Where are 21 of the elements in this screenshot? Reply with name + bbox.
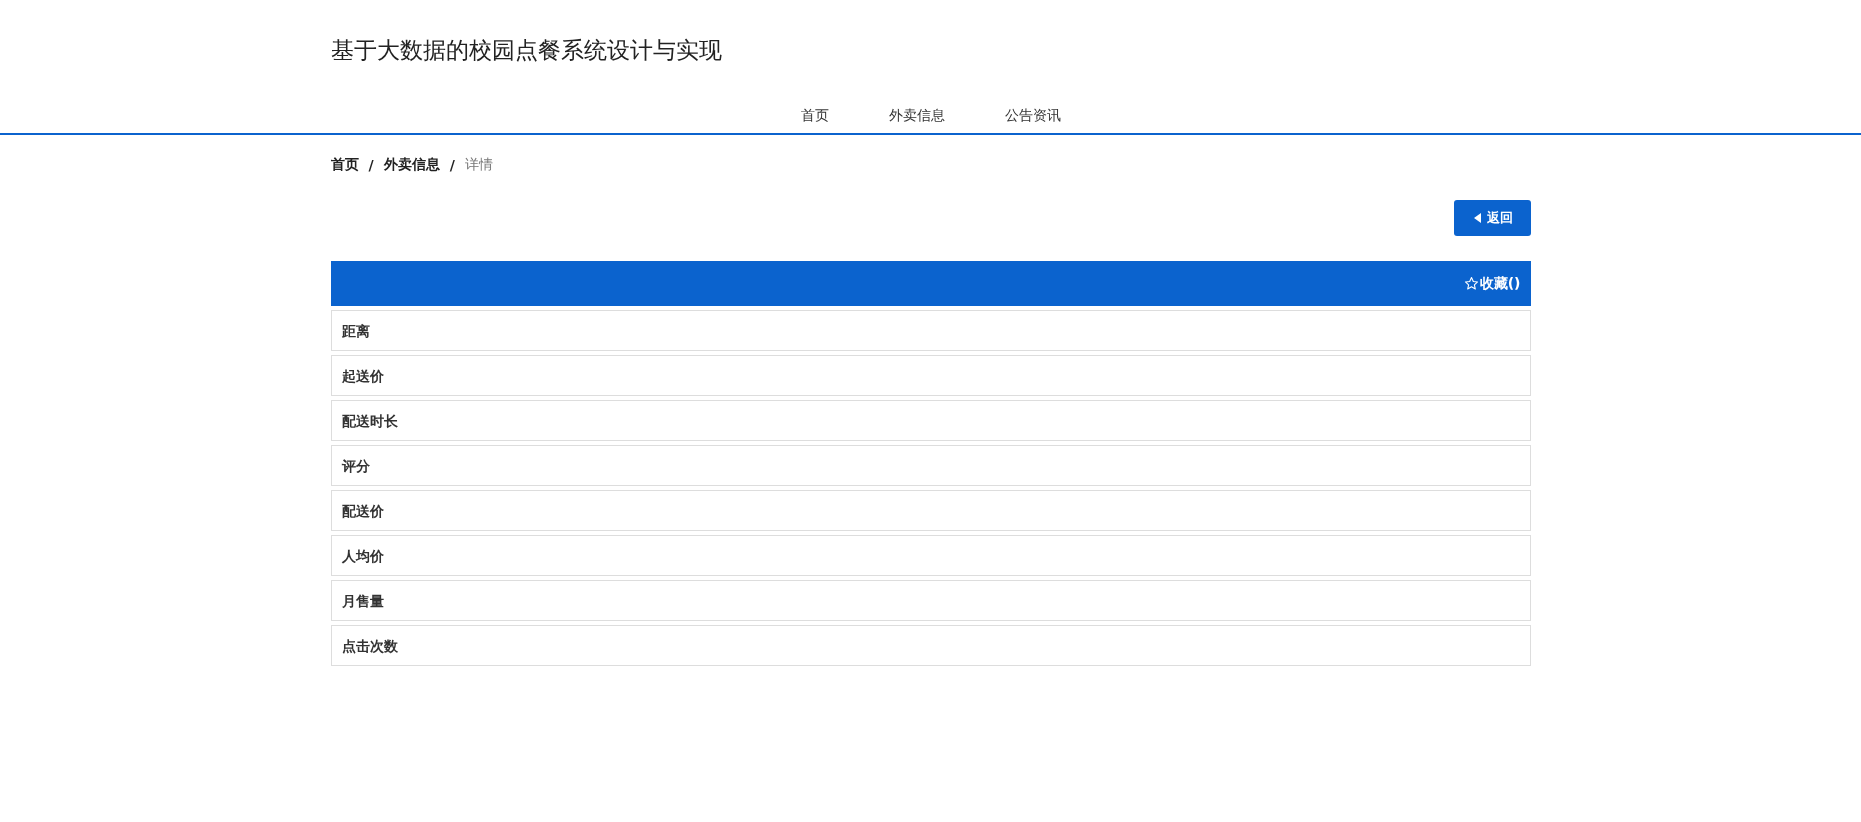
nav-link[interactable]: 外卖信息: [888, 97, 945, 133]
site-title: 基于大数据的校园点餐系统设计与实现: [330, 36, 723, 65]
favorite-link[interactable]: 收藏(): [1463, 274, 1521, 293]
breadcrumb-link[interactable]: 外卖信息: [383, 156, 440, 174]
nav-link[interactable]: 公告资讯: [1004, 97, 1061, 133]
caret-icon: [1473, 213, 1481, 223]
detail-row: 点击次数: [330, 625, 1531, 666]
nav-link[interactable]: 首页: [800, 97, 829, 133]
breadcrumb-separator: /: [368, 157, 374, 173]
detail-row: 人均价: [330, 535, 1531, 576]
detail-row: 配送价: [330, 490, 1531, 531]
detail-row: 评分: [330, 445, 1531, 486]
breadcrumb-link[interactable]: 首页: [330, 156, 359, 174]
detail-row: 起送价: [330, 355, 1531, 396]
detail-row: 月售量: [330, 580, 1531, 621]
breadcrumb-separator: /: [449, 157, 455, 173]
back-button[interactable]: 返回: [1453, 200, 1531, 236]
detail-row: 配送时长: [330, 400, 1531, 441]
breadcrumb-current-page: 详情: [464, 156, 493, 174]
star-icon: [1463, 276, 1479, 291]
detail-row: 距离: [330, 310, 1531, 351]
